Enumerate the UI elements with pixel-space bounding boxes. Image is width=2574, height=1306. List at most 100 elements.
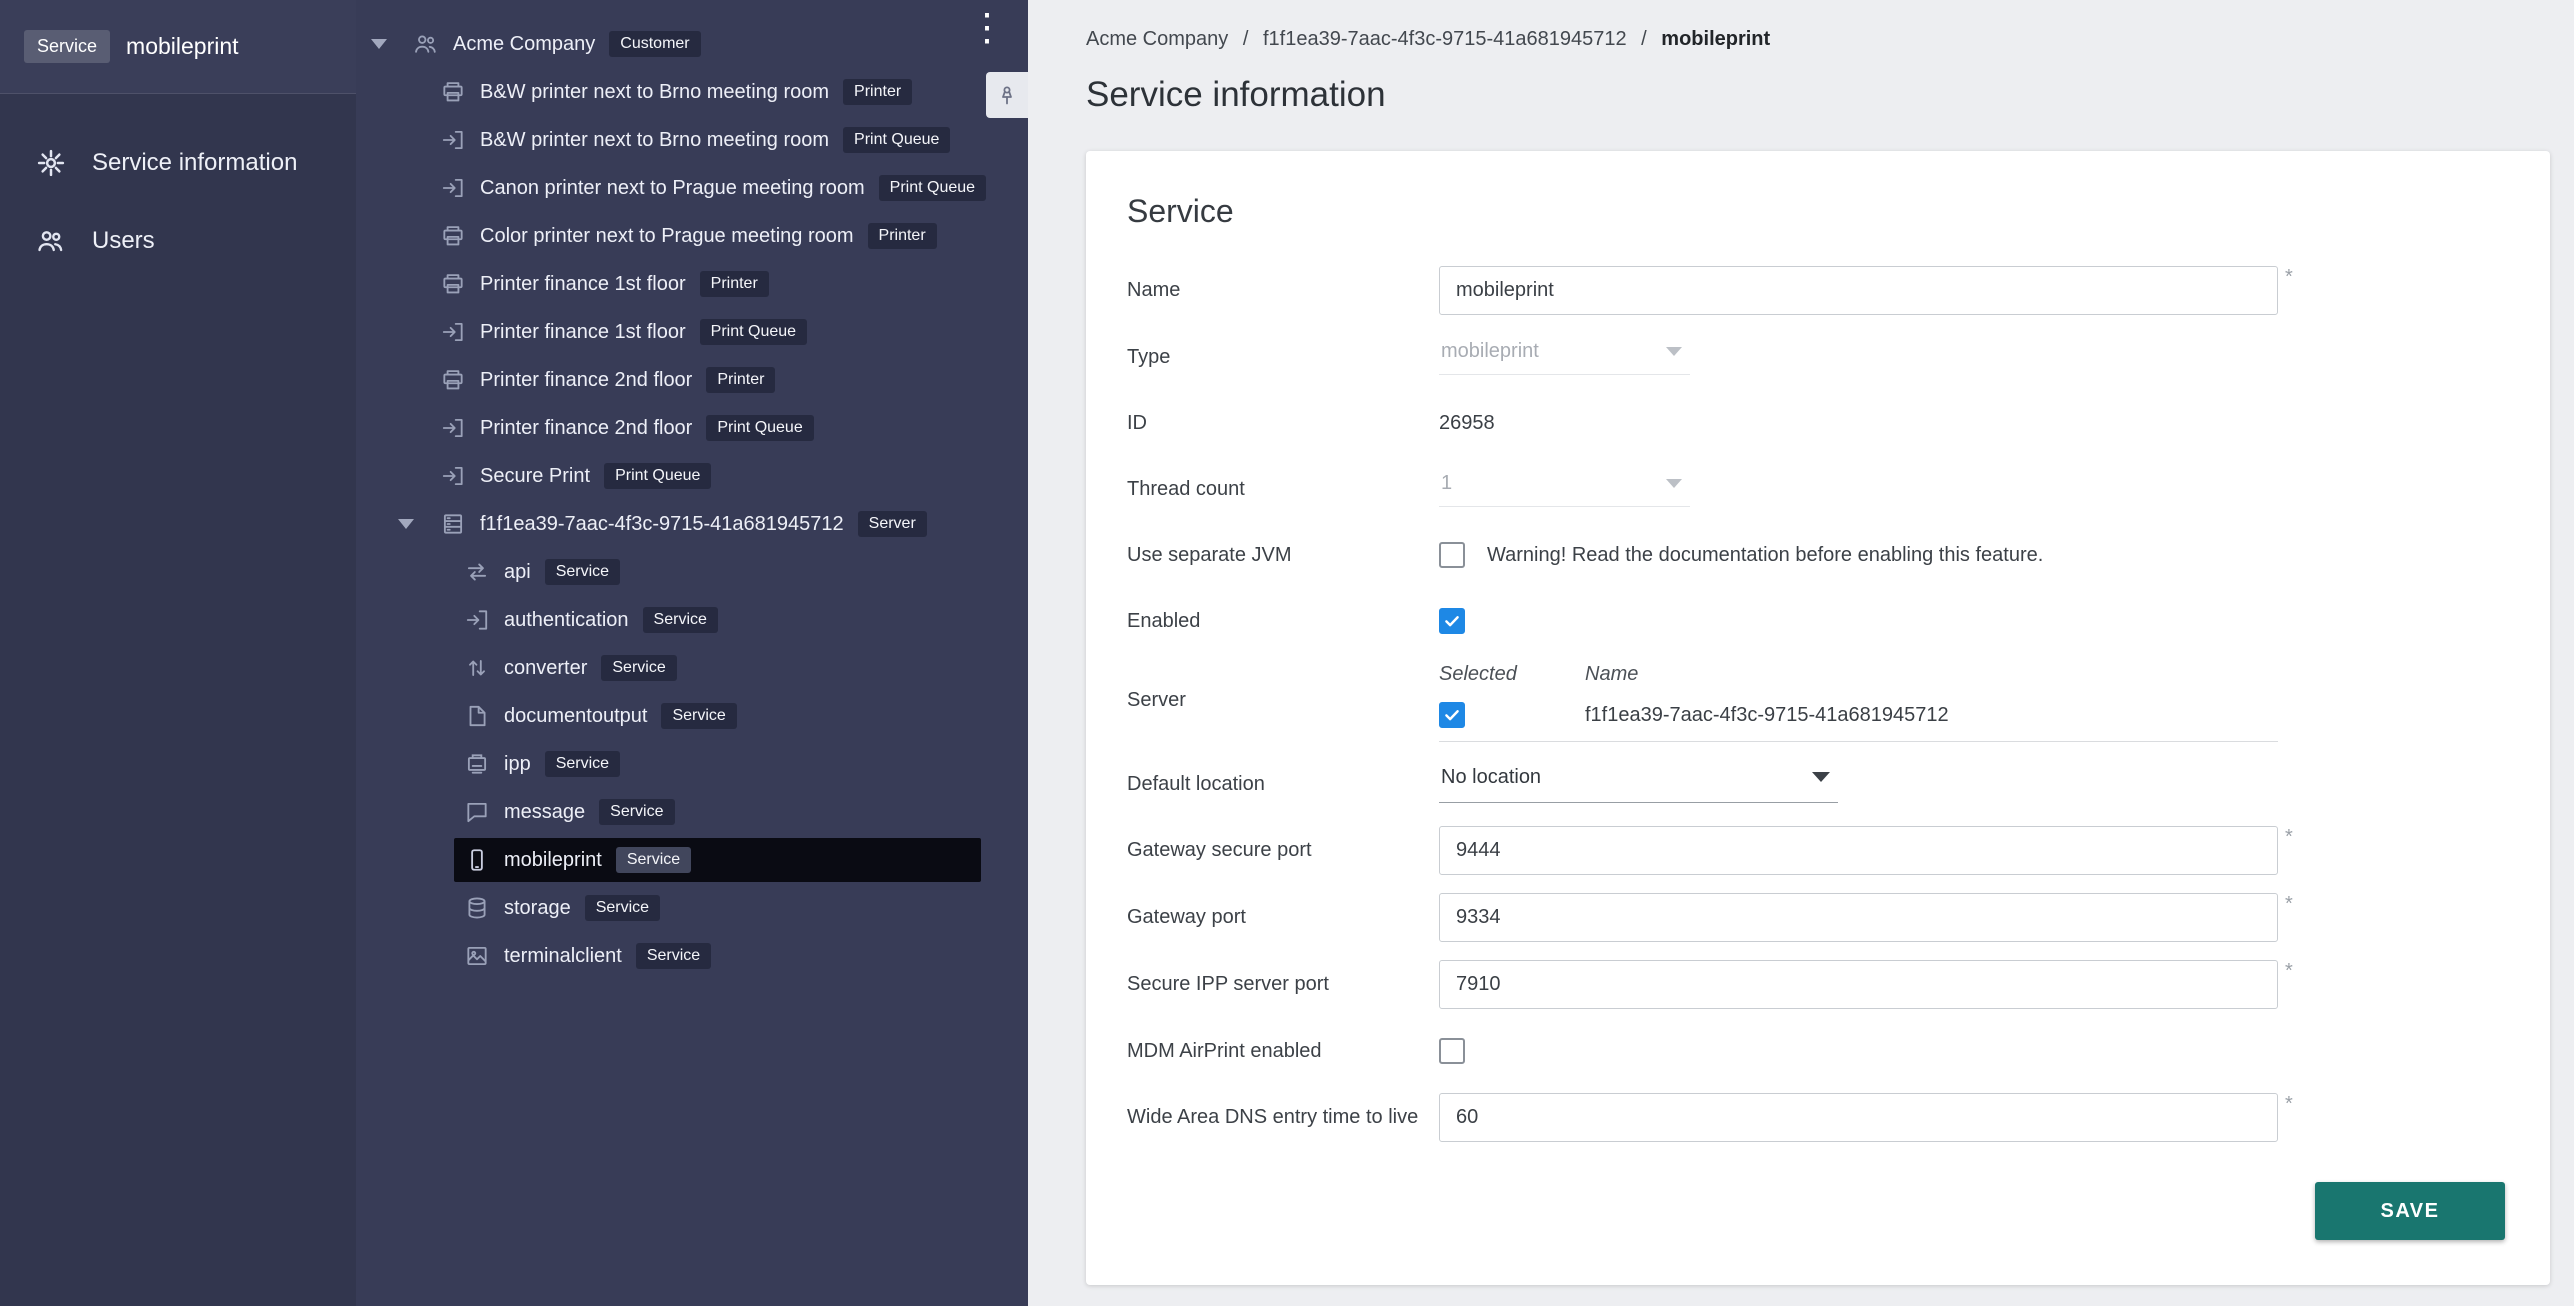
storage-icon xyxy=(464,895,490,921)
tree-item[interactable]: api Service xyxy=(356,548,1028,596)
thread-count-select: 1 xyxy=(1439,472,1690,507)
tree-item-badge: Customer xyxy=(609,31,700,57)
tree-item[interactable]: authentication Service xyxy=(356,596,1028,644)
message-icon xyxy=(464,799,490,825)
tree-item[interactable]: converter Service xyxy=(356,644,1028,692)
tree-item[interactable]: B&W printer next to Brno meeting room Pr… xyxy=(356,68,1028,116)
server-icon xyxy=(440,511,466,537)
form-row-type: Type mobileprint xyxy=(1127,333,2505,381)
tree-item[interactable]: f1f1ea39-7aac-4f3c-9715-41a681945712 Ser… xyxy=(356,500,1028,548)
tree-item-badge: Printer xyxy=(843,79,912,105)
tree-item-label: Printer finance 1st floor xyxy=(480,273,686,296)
tree-item-label: mobileprint xyxy=(504,849,602,872)
tree-item[interactable]: Secure Print Print Queue xyxy=(356,452,1028,500)
tree-item-label: terminalclient xyxy=(504,945,622,968)
secure-ipp-port-input[interactable] xyxy=(1439,960,2278,1009)
field-label: Use separate JVM xyxy=(1127,544,1439,567)
column-header-selected: Selected xyxy=(1439,663,1585,686)
check-icon xyxy=(1443,612,1461,630)
sidebar-item-users[interactable]: Users xyxy=(0,202,356,280)
mdm-airprint-checkbox[interactable] xyxy=(1439,1038,1465,1064)
enabled-checkbox[interactable] xyxy=(1439,608,1465,634)
required-marker: * xyxy=(2285,893,2293,915)
tree-item[interactable]: storage Service xyxy=(356,884,1028,932)
default-location-select[interactable]: No location xyxy=(1439,766,1838,803)
tree-item-badge: Printer xyxy=(700,271,769,297)
app-root: Service mobileprint Service information … xyxy=(0,0,2574,1306)
tree-item[interactable]: Printer finance 2nd floor Print Queue xyxy=(356,404,1028,452)
pin-button[interactable] xyxy=(986,72,1028,118)
tree-item[interactable]: message Service xyxy=(356,788,1028,836)
tree-item[interactable]: Printer finance 2nd floor Printer xyxy=(356,356,1028,404)
type-select: mobileprint xyxy=(1439,340,1690,375)
form-row-gateway-port: Gateway port * xyxy=(1127,893,2505,942)
tree-item-label: Color printer next to Prague meeting roo… xyxy=(480,225,854,248)
field-label: Server xyxy=(1127,689,1439,712)
save-row: SAVE xyxy=(1127,1182,2505,1240)
tree-item-label: Printer finance 2nd floor xyxy=(480,417,692,440)
expander-icon[interactable] xyxy=(371,39,403,49)
tree-item-badge: Service xyxy=(601,655,676,681)
form-row-secure-ipp-port: Secure IPP server port * xyxy=(1127,960,2505,1009)
sidebar-item-service-information[interactable]: Service information xyxy=(0,124,356,202)
users-icon xyxy=(36,226,66,256)
id-value: 26958 xyxy=(1439,412,1495,435)
tree-item[interactable]: B&W printer next to Brno meeting room Pr… xyxy=(356,116,1028,164)
tree-item-label: Secure Print xyxy=(480,465,590,488)
name-input[interactable] xyxy=(1439,266,2278,315)
jvm-warning-text: Warning! Read the documentation before e… xyxy=(1487,544,2043,567)
field-label: Type xyxy=(1127,346,1439,369)
tree-item-label: Canon printer next to Prague meeting roo… xyxy=(480,177,865,200)
tree-item-badge: Service xyxy=(616,847,691,873)
form-row-default-location: Default location No location xyxy=(1127,760,2505,808)
breadcrumb-separator: / xyxy=(1243,28,1249,50)
form-row-separate-jvm: Use separate JVM Warning! Read the docum… xyxy=(1127,531,2505,579)
required-marker: * xyxy=(2285,960,2293,982)
form-row-name: Name * xyxy=(1127,266,2505,315)
navigation-tree: Acme Company Customer B&W printer next t… xyxy=(356,20,1028,980)
tree-item-label: Printer finance 2nd floor xyxy=(480,369,692,392)
field-label: MDM AirPrint enabled xyxy=(1127,1040,1439,1063)
gateway-port-input[interactable] xyxy=(1439,893,2278,942)
tree-item[interactable]: Canon printer next to Prague meeting roo… xyxy=(356,164,1028,212)
mobileprint-icon xyxy=(464,847,490,873)
server-selected-checkbox[interactable] xyxy=(1439,702,1465,728)
expander-icon[interactable] xyxy=(398,519,430,529)
page-title: Service information xyxy=(1086,75,2550,115)
field-label: Secure IPP server port xyxy=(1127,973,1439,996)
save-button[interactable]: SAVE xyxy=(2315,1182,2505,1240)
required-marker: * xyxy=(2285,266,2293,288)
tree-item[interactable]: Printer finance 1st floor Print Queue xyxy=(356,308,1028,356)
chevron-down-icon xyxy=(1812,772,1830,782)
field-label: Name xyxy=(1127,279,1439,302)
breadcrumb-item-server[interactable]: f1f1ea39-7aac-4f3c-9715-41a681945712 xyxy=(1263,28,1627,50)
printer-icon xyxy=(440,223,466,249)
thread-count-value: 1 xyxy=(1441,472,1452,495)
breadcrumb-item-customer[interactable]: Acme Company xyxy=(1086,28,1228,50)
tree-item[interactable]: Color printer next to Prague meeting roo… xyxy=(356,212,1028,260)
document-icon xyxy=(464,703,490,729)
form-row-mdm-airprint: MDM AirPrint enabled xyxy=(1127,1027,2505,1075)
printer-icon xyxy=(440,271,466,297)
tree-item[interactable]: Printer finance 1st floor Printer xyxy=(356,260,1028,308)
kebab-menu-icon[interactable]: ⋮ xyxy=(968,8,1006,48)
gateway-secure-port-input[interactable] xyxy=(1439,826,2278,875)
tree-item[interactable]: documentoutput Service xyxy=(356,692,1028,740)
required-marker: * xyxy=(2285,826,2293,848)
form-row-wads-ttl: Wide Area DNS entry time to live * xyxy=(1127,1093,2505,1142)
service-header: Service mobileprint xyxy=(0,0,356,94)
tree-item-badge: Service xyxy=(636,943,711,969)
service-type-badge: Service xyxy=(24,30,110,63)
separate-jvm-checkbox[interactable] xyxy=(1439,542,1465,568)
tree-item[interactable]: mobileprint Service xyxy=(356,836,1028,884)
tree-item[interactable]: Acme Company Customer xyxy=(356,20,1028,68)
tree-item-label: api xyxy=(504,561,531,584)
tree-item[interactable]: terminalclient Service xyxy=(356,932,1028,980)
printer-icon xyxy=(440,367,466,393)
column-header-name: Name xyxy=(1585,663,1638,686)
tree-item-label: Acme Company xyxy=(453,33,595,56)
tree-item-badge: Print Queue xyxy=(843,127,950,153)
wads-ttl-input[interactable] xyxy=(1439,1093,2278,1142)
breadcrumb-item-current: mobileprint xyxy=(1661,28,1770,50)
tree-item[interactable]: ipp Service xyxy=(356,740,1028,788)
